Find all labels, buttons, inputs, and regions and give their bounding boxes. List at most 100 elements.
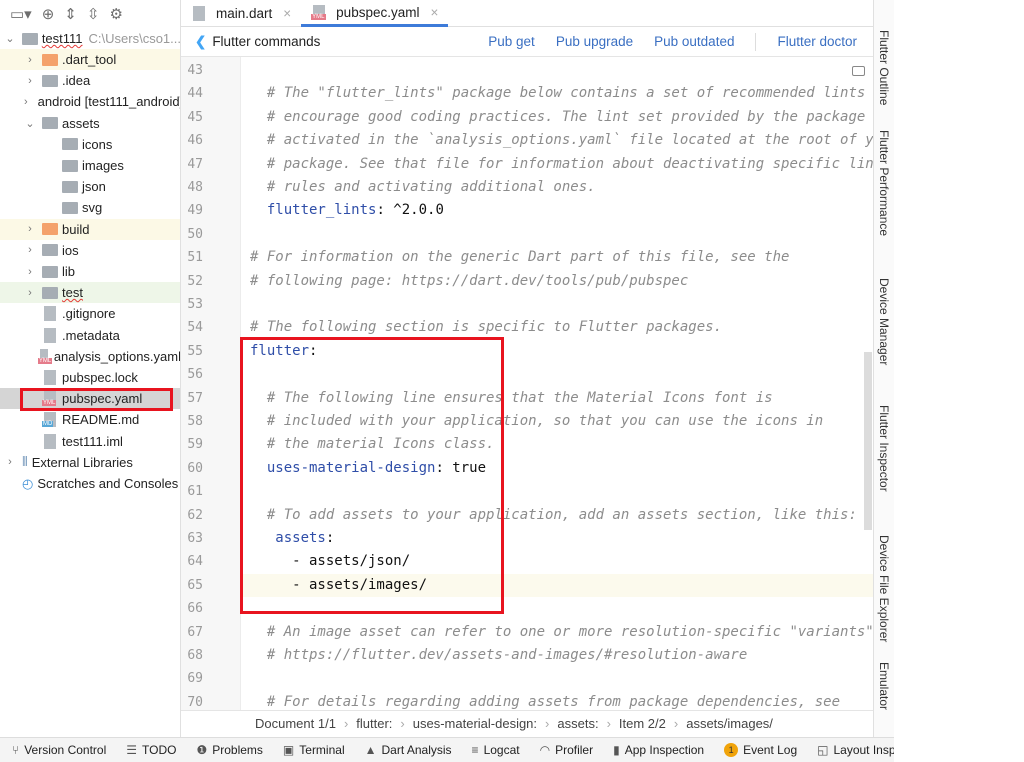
code-comment: # encourage good coding practices. The l… bbox=[250, 108, 866, 125]
tool-logcat[interactable]: ≡ Logcat bbox=[472, 743, 520, 757]
tree-item-label: icons bbox=[82, 136, 113, 152]
folder-icon bbox=[42, 223, 58, 236]
chevron-right-icon[interactable]: › bbox=[24, 223, 36, 235]
tool-app-inspection[interactable]: ▮ App Inspection bbox=[613, 743, 704, 757]
breadcrumb-item[interactable]: Item 2/2 bbox=[619, 716, 666, 731]
tool-window-device-file-explorer[interactable]: Device File Explorer bbox=[877, 535, 891, 642]
tree-item-label: README.md bbox=[62, 412, 140, 428]
tree-item-idea[interactable]: › .idea bbox=[0, 70, 180, 91]
tree-item-json[interactable]: json bbox=[0, 176, 180, 197]
project-toolbar: ▭▾ ⊕ ⇕ ⇳ ⚙ bbox=[0, 0, 180, 27]
line-number: 47 bbox=[187, 156, 203, 172]
flutter-doctor-link[interactable]: Flutter doctor bbox=[777, 34, 857, 49]
layout-inspector-icon: ◱ bbox=[817, 743, 829, 757]
tab-pubspec-yaml[interactable]: pubspec.yaml × bbox=[301, 0, 449, 27]
pub-outdated-link[interactable]: Pub outdated bbox=[654, 34, 734, 49]
chevron-right-icon[interactable]: › bbox=[24, 96, 28, 108]
editor-scrollbar[interactable] bbox=[864, 352, 872, 530]
tool-window-flutter-outline[interactable]: Flutter Outline bbox=[877, 30, 891, 105]
tree-item-label: images bbox=[82, 158, 124, 173]
breadcrumb-item[interactable]: assets: bbox=[557, 716, 598, 731]
pub-upgrade-link[interactable]: Pub upgrade bbox=[556, 34, 633, 49]
code-line[interactable]: # package. See that file for information… bbox=[250, 153, 874, 176]
chevron-right-icon[interactable]: › bbox=[24, 244, 36, 256]
tree-item-dart-tool[interactable]: › .dart_tool bbox=[0, 49, 180, 70]
divider bbox=[755, 32, 757, 51]
tree-item-pubspec-lock[interactable]: pubspec.lock bbox=[0, 367, 180, 388]
close-icon[interactable]: × bbox=[430, 5, 438, 20]
tree-item-android-test111-android[interactable]: › android [test111_android] bbox=[0, 91, 180, 112]
tree-item-build[interactable]: › build bbox=[0, 218, 180, 240]
tool-window-emulator[interactable]: Emulator bbox=[877, 662, 891, 710]
pub-get-link[interactable]: Pub get bbox=[488, 34, 535, 49]
tree-item-label: test111.iml bbox=[62, 433, 123, 449]
code-line[interactable]: # The following section is specific to F… bbox=[250, 316, 722, 339]
chevron-right-icon[interactable]: › bbox=[24, 75, 36, 87]
code-line[interactable]: # The "flutter_lints" package below cont… bbox=[250, 82, 865, 105]
chevron-right-icon[interactable]: › bbox=[24, 266, 36, 278]
tool-profiler[interactable]: ◠ Profiler bbox=[540, 743, 594, 757]
breadcrumb-item[interactable]: Document 1/1 bbox=[255, 716, 336, 731]
chevron-down-icon[interactable]: ⌄ bbox=[4, 32, 16, 45]
code-comment: # following page: https://dart.dev/tools… bbox=[250, 272, 689, 289]
code-line[interactable]: # following page: https://dart.dev/tools… bbox=[250, 270, 688, 293]
tool-layout-inspector[interactable]: ◱ Layout Inspector bbox=[817, 743, 894, 757]
tree-item-lib[interactable]: › lib bbox=[0, 261, 180, 282]
tree-item-gitignore[interactable]: .gitignore bbox=[0, 303, 180, 324]
tree-item-assets[interactable]: ⌄ assets bbox=[0, 113, 180, 134]
tool-version-control[interactable]: ⑂ Version Control bbox=[12, 743, 106, 757]
code-line[interactable]: # For information on the generic Dart pa… bbox=[250, 246, 789, 269]
reader-mode-icon[interactable] bbox=[852, 66, 865, 76]
tree-item-test111-iml[interactable]: test111.iml bbox=[0, 431, 180, 452]
chevron-right-icon[interactable]: › bbox=[24, 54, 36, 66]
tree-item-test[interactable]: › test bbox=[0, 282, 180, 304]
code-comment: # For details regarding adding assets fr… bbox=[250, 693, 841, 710]
version-control-icon: ⑂ bbox=[12, 743, 20, 757]
tool-window-flutter-inspector[interactable]: Flutter Inspector bbox=[877, 405, 891, 492]
tree-item-images[interactable]: images bbox=[0, 155, 180, 176]
tree-item-svg[interactable]: svg bbox=[0, 197, 180, 218]
code-line[interactable]: # activated in the `analysis_options.yam… bbox=[250, 129, 874, 152]
breadcrumb-item[interactable]: uses-material-design: bbox=[413, 716, 537, 731]
tool-window-flutter-performance[interactable]: Flutter Performance bbox=[877, 130, 891, 236]
tree-item-ios[interactable]: › ios bbox=[0, 240, 180, 261]
tab-label: main.dart bbox=[216, 6, 273, 21]
collapse-all-icon[interactable]: ⇳ bbox=[87, 5, 100, 23]
chevron-right-icon[interactable]: › bbox=[4, 456, 16, 468]
code-line[interactable]: # https://flutter.dev/assets-and-images/… bbox=[250, 644, 747, 667]
code-line[interactable]: # encourage good coding practices. The l… bbox=[250, 106, 865, 129]
locate-icon[interactable]: ⊕ bbox=[42, 5, 55, 23]
tree-item-readme-md[interactable]: README.md bbox=[0, 409, 180, 430]
tree-item-project-root[interactable]: ⌄ test111 C:\Users\cso1... bbox=[0, 28, 180, 49]
gear-icon[interactable]: ⚙ bbox=[109, 5, 122, 23]
tool-dart-analysis[interactable]: ▲ Dart Analysis bbox=[365, 743, 452, 757]
line-number: 57 bbox=[187, 390, 203, 406]
tree-item-metadata[interactable]: .metadata bbox=[0, 325, 180, 346]
tool-terminal[interactable]: ▣ Terminal bbox=[283, 743, 345, 757]
code-comment: # The following section is specific to F… bbox=[250, 319, 723, 336]
code-line[interactable]: flutter_lints: ^2.0.0 bbox=[250, 199, 444, 222]
scratch-icon: ◴ bbox=[22, 475, 34, 491]
close-icon[interactable]: × bbox=[283, 6, 291, 21]
tree-item-external-libraries[interactable]: › ⦀ External Libraries bbox=[0, 452, 180, 473]
tool-problems[interactable]: ❶ Problems bbox=[196, 743, 262, 757]
expand-all-icon[interactable]: ⇕ bbox=[64, 5, 77, 23]
tool-label: Profiler bbox=[555, 743, 594, 757]
chevron-down-icon[interactable]: ⌄ bbox=[24, 117, 36, 130]
bottom-tool-bar: ⑂ Version Control ☰ TODO ❶ Problems ▣ Terminal ▲… bbox=[0, 737, 894, 762]
code-line[interactable]: # An image asset can refer to one or mor… bbox=[250, 621, 874, 644]
tool-event-log[interactable]: 1 Event Log bbox=[724, 743, 797, 757]
breadcrumb-item[interactable]: assets/images/ bbox=[686, 716, 773, 731]
breadcrumb-item[interactable]: flutter: bbox=[356, 716, 392, 731]
tree-item-analysis-options-yaml[interactable]: analysis_options.yaml bbox=[0, 346, 180, 367]
code-line[interactable]: # rules and activating additional ones. bbox=[250, 176, 596, 199]
project-view-icon[interactable]: ▭▾ bbox=[10, 5, 32, 23]
tree-item-icons[interactable]: icons bbox=[0, 134, 180, 155]
logcat-icon: ≡ bbox=[471, 743, 479, 757]
tree-item-label: .idea bbox=[62, 73, 91, 89]
tab-main-dart[interactable]: main.dart × bbox=[181, 0, 301, 27]
tool-window-device-manager[interactable]: Device Manager bbox=[877, 278, 891, 365]
chevron-right-icon[interactable]: › bbox=[24, 287, 36, 299]
tool-todo[interactable]: ☰ TODO bbox=[126, 743, 176, 757]
tree-item-scratches-and-consoles[interactable]: ◴ Scratches and Consoles bbox=[0, 473, 180, 494]
